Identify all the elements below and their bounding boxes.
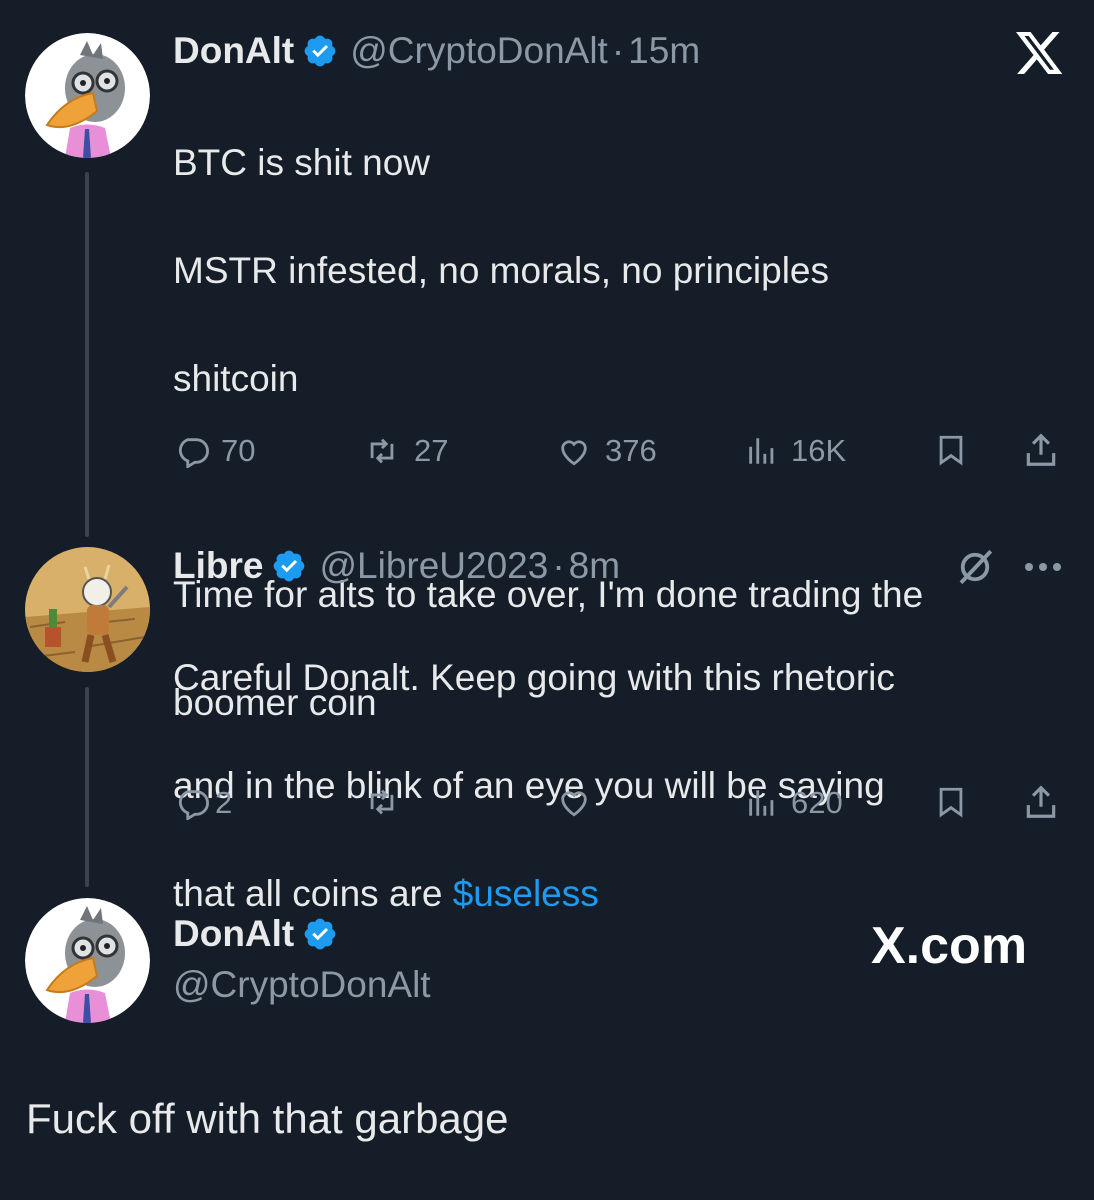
share-icon bbox=[1026, 433, 1056, 466]
more-icon[interactable] bbox=[1022, 560, 1064, 574]
tweet1-header: DonAlt @CryptoDonAlt · 15m bbox=[173, 30, 700, 72]
views-button[interactable]: 620 bbox=[745, 785, 843, 821]
tweet1-line: MSTR infested, no morals, no principles bbox=[173, 250, 829, 291]
reply-text: Fuck off with that garbage bbox=[26, 1095, 509, 1142]
repost-icon bbox=[370, 438, 394, 464]
share-icon bbox=[1026, 785, 1056, 818]
timestamp[interactable]: 15m bbox=[628, 30, 700, 72]
like-icon bbox=[561, 791, 587, 817]
donalt-avatar[interactable] bbox=[25, 898, 150, 1023]
xcom-brand: X.com bbox=[871, 917, 1028, 975]
thread-line bbox=[85, 687, 89, 887]
like-icon bbox=[561, 440, 587, 466]
views-count: 16K bbox=[791, 433, 847, 468]
repost-count: 27 bbox=[414, 433, 449, 468]
author-handle[interactable]: @LibreU2023 bbox=[319, 545, 548, 587]
views-count: 620 bbox=[791, 785, 843, 820]
reply-icon bbox=[178, 790, 209, 820]
verified-badge-icon bbox=[304, 35, 336, 67]
repost-button[interactable] bbox=[362, 785, 402, 819]
tweet2-header: Libre @LibreU2023 · 8m bbox=[173, 545, 620, 587]
repost-button[interactable]: 27 bbox=[362, 433, 448, 469]
reply-count: 2 bbox=[215, 785, 233, 820]
author-name[interactable]: Libre bbox=[173, 545, 263, 587]
author-handle[interactable]: @CryptoDonAlt bbox=[173, 964, 431, 1006]
libre-avatar[interactable] bbox=[25, 547, 150, 672]
cashtag-link[interactable]: $useless bbox=[453, 873, 599, 914]
reply-count: 70 bbox=[221, 433, 256, 468]
tweet1-line: shitcoin bbox=[173, 358, 299, 399]
bookmark-icon bbox=[939, 435, 963, 466]
views-icon bbox=[749, 790, 774, 816]
bookmark-button[interactable] bbox=[934, 785, 968, 819]
donalt-avatar[interactable] bbox=[25, 33, 150, 158]
share-button[interactable] bbox=[1022, 783, 1060, 821]
share-button[interactable] bbox=[1022, 431, 1060, 469]
reply-button[interactable]: 2 bbox=[175, 785, 232, 821]
grok-icon[interactable] bbox=[954, 546, 996, 588]
bookmark-button[interactable] bbox=[934, 433, 968, 467]
tweet1-line: BTC is shit now bbox=[173, 142, 431, 183]
like-button[interactable] bbox=[555, 785, 593, 819]
x-logo-icon bbox=[1016, 32, 1063, 74]
views-icon bbox=[749, 438, 774, 464]
views-button[interactable]: 16K bbox=[745, 433, 846, 469]
tweet2-line-text: that all coins are bbox=[173, 873, 453, 914]
like-button[interactable]: 376 bbox=[555, 433, 657, 469]
author-name[interactable]: DonAlt bbox=[173, 30, 294, 72]
verified-badge-icon bbox=[274, 550, 305, 582]
repost-icon bbox=[370, 789, 394, 815]
reply-icon bbox=[178, 438, 209, 468]
reply-header: DonAlt bbox=[173, 913, 350, 955]
author-handle[interactable]: @CryptoDonAlt bbox=[350, 30, 608, 72]
separator-dot: · bbox=[611, 30, 625, 71]
bookmark-icon bbox=[939, 787, 963, 818]
verified-badge-icon bbox=[304, 918, 336, 950]
reply-button[interactable]: 70 bbox=[175, 433, 255, 469]
tweet2-line: Careful Donalt. Keep going with this rhe… bbox=[173, 657, 895, 698]
thread-line bbox=[85, 172, 89, 537]
like-count: 376 bbox=[605, 433, 657, 468]
timestamp[interactable]: 8m bbox=[569, 545, 620, 587]
separator-dot: · bbox=[552, 545, 565, 586]
author-name[interactable]: DonAlt bbox=[173, 913, 294, 955]
